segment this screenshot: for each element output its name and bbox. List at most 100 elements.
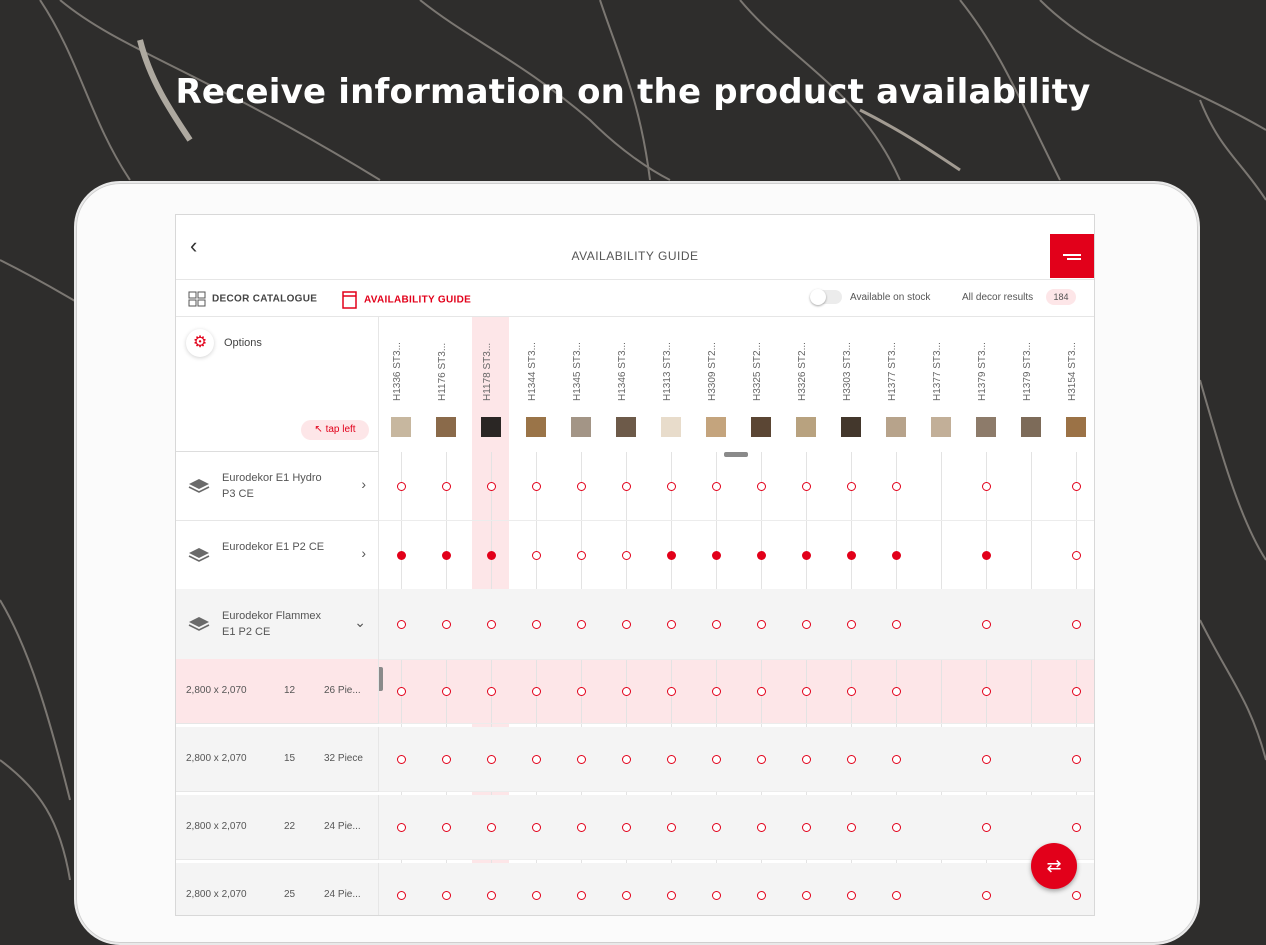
product-availability-dot[interactable]: [667, 551, 676, 560]
product-availability-dot[interactable]: [847, 620, 856, 629]
product-availability-dot[interactable]: [442, 551, 451, 560]
format-row[interactable]: 2,800 x 2,070 25 24 Pie...: [176, 863, 379, 915]
format-availability-dot[interactable]: [667, 687, 676, 696]
decor-column-header[interactable]: H1379 ST3...: [1009, 317, 1053, 451]
tap-left-button[interactable]: ↖ tap left: [301, 420, 369, 440]
decor-column-header[interactable]: H1344 ST3...: [514, 317, 558, 451]
format-availability-dot[interactable]: [1072, 687, 1081, 696]
decor-column-header[interactable]: H1377 ST3...: [919, 317, 963, 451]
format-availability-dot[interactable]: [802, 755, 811, 764]
decor-column-header[interactable]: H1346 ST3...: [604, 317, 648, 451]
product-availability-dot[interactable]: [532, 482, 541, 491]
format-availability-dot[interactable]: [847, 823, 856, 832]
product-availability-dot[interactable]: [532, 551, 541, 560]
decor-column-header[interactable]: H1345 ST3...: [559, 317, 603, 451]
format-availability-dot[interactable]: [577, 891, 586, 900]
format-availability-dot[interactable]: [802, 687, 811, 696]
format-availability-dot[interactable]: [982, 823, 991, 832]
options-gear-icon[interactable]: ⚙: [186, 329, 214, 357]
format-availability-dot[interactable]: [892, 823, 901, 832]
format-availability-dot[interactable]: [487, 755, 496, 764]
format-availability-dot[interactable]: [802, 891, 811, 900]
format-availability-dot[interactable]: [622, 755, 631, 764]
product-availability-dot[interactable]: [757, 482, 766, 491]
product-availability-dot[interactable]: [802, 620, 811, 629]
format-availability-dot[interactable]: [712, 891, 721, 900]
format-availability-dot[interactable]: [712, 755, 721, 764]
format-availability-dot[interactable]: [532, 687, 541, 696]
format-availability-dot[interactable]: [1072, 891, 1081, 900]
decor-column-header[interactable]: H1313 ST3...: [649, 317, 693, 451]
format-availability-dot[interactable]: [487, 823, 496, 832]
chevron-right-icon[interactable]: ›: [361, 545, 366, 561]
chevron-down-icon[interactable]: ⌄: [354, 614, 366, 631]
filter-fab-button[interactable]: ⇄: [1031, 843, 1077, 889]
format-availability-dot[interactable]: [397, 687, 406, 696]
decor-column-header[interactable]: H1336 ST3...: [379, 317, 423, 451]
format-availability-dot[interactable]: [487, 687, 496, 696]
format-availability-dot[interactable]: [442, 823, 451, 832]
product-availability-dot[interactable]: [487, 620, 496, 629]
format-availability-dot[interactable]: [532, 755, 541, 764]
tab-availability-guide[interactable]: AVAILABILITY GUIDE: [342, 291, 471, 309]
format-row[interactable]: 2,800 x 2,070 12 26 Pie...: [176, 659, 379, 724]
product-availability-dot[interactable]: [847, 551, 856, 560]
product-availability-dot[interactable]: [892, 551, 901, 560]
menu-button[interactable]: [1050, 234, 1094, 278]
format-availability-dot[interactable]: [802, 823, 811, 832]
product-availability-dot[interactable]: [1072, 482, 1081, 491]
product-availability-dot[interactable]: [397, 551, 406, 560]
format-availability-dot[interactable]: [442, 755, 451, 764]
format-availability-dot[interactable]: [757, 891, 766, 900]
decor-column-header[interactable]: H3154 ST3...: [1054, 317, 1094, 451]
format-availability-dot[interactable]: [622, 687, 631, 696]
decor-column-header[interactable]: H1379 ST3...: [964, 317, 1008, 451]
format-availability-dot[interactable]: [577, 823, 586, 832]
format-availability-dot[interactable]: [892, 891, 901, 900]
product-availability-dot[interactable]: [802, 551, 811, 560]
format-availability-dot[interactable]: [892, 755, 901, 764]
decor-column-header[interactable]: H3309 ST2...: [694, 317, 738, 451]
format-availability-dot[interactable]: [1072, 823, 1081, 832]
product-availability-dot[interactable]: [577, 620, 586, 629]
decor-column-header[interactable]: H1176 ST3...: [424, 317, 468, 451]
product-availability-dot[interactable]: [802, 482, 811, 491]
format-availability-dot[interactable]: [397, 755, 406, 764]
available-on-stock-toggle[interactable]: [810, 289, 842, 305]
product-row[interactable]: Eurodekor E1 Hydro P3 CE ›: [176, 452, 379, 521]
product-availability-dot[interactable]: [982, 620, 991, 629]
tab-decor-catalogue[interactable]: DECOR CATALOGUE: [188, 291, 317, 307]
format-availability-dot[interactable]: [667, 755, 676, 764]
product-availability-dot[interactable]: [847, 482, 856, 491]
format-availability-dot[interactable]: [442, 891, 451, 900]
format-availability-dot[interactable]: [397, 891, 406, 900]
format-availability-dot[interactable]: [712, 687, 721, 696]
product-availability-dot[interactable]: [622, 620, 631, 629]
format-availability-dot[interactable]: [532, 891, 541, 900]
product-availability-dot[interactable]: [757, 551, 766, 560]
product-availability-dot[interactable]: [577, 482, 586, 491]
format-availability-dot[interactable]: [667, 823, 676, 832]
product-row[interactable]: Eurodekor Flammex E1 P2 CE ⌄: [176, 589, 379, 660]
format-row[interactable]: 2,800 x 2,070 15 32 Piece: [176, 727, 379, 792]
format-availability-dot[interactable]: [622, 891, 631, 900]
horizontal-scroll-handle[interactable]: [724, 452, 748, 457]
format-availability-dot[interactable]: [397, 823, 406, 832]
format-availability-dot[interactable]: [982, 891, 991, 900]
format-availability-dot[interactable]: [667, 891, 676, 900]
format-availability-dot[interactable]: [622, 823, 631, 832]
format-availability-dot[interactable]: [982, 755, 991, 764]
format-availability-dot[interactable]: [847, 755, 856, 764]
product-availability-dot[interactable]: [982, 482, 991, 491]
format-row[interactable]: 2,800 x 2,070 22 24 Pie...: [176, 795, 379, 860]
format-availability-dot[interactable]: [712, 823, 721, 832]
product-availability-dot[interactable]: [667, 620, 676, 629]
product-availability-dot[interactable]: [892, 482, 901, 491]
decor-column-header[interactable]: H1178 ST3...: [469, 317, 513, 451]
product-availability-dot[interactable]: [1072, 551, 1081, 560]
product-availability-dot[interactable]: [397, 620, 406, 629]
product-availability-dot[interactable]: [712, 620, 721, 629]
product-availability-dot[interactable]: [442, 482, 451, 491]
product-availability-dot[interactable]: [622, 482, 631, 491]
format-availability-dot[interactable]: [442, 687, 451, 696]
